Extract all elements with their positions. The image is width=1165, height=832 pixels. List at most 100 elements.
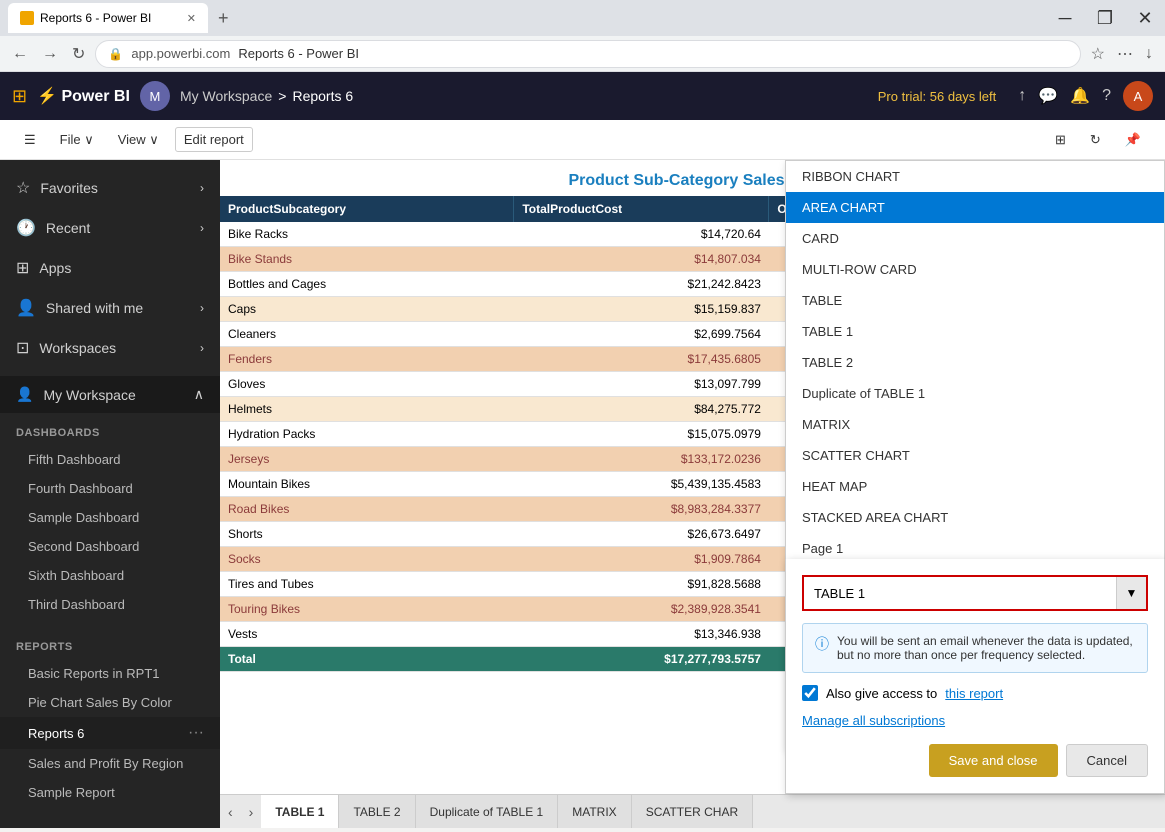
dropdown-item-stacked-area[interactable]: STACKED AREA CHART [786,502,1164,533]
dropdown-item-area-chart[interactable]: AREA CHART [786,192,1164,223]
tab-favicon [20,11,34,25]
dropdown-item-matrix[interactable]: MATRIX [786,409,1164,440]
dropdown-item-heat-map[interactable]: HEAT MAP [786,471,1164,502]
tab-scatter[interactable]: SCATTER CHAR [632,795,753,829]
file-menu-btn[interactable]: File ∨ [52,128,102,152]
comments-icon[interactable]: 💬 [1038,86,1058,106]
sidebar-item-shared[interactable]: 👤 Shared with me › [0,288,220,328]
cell-product: Bike Racks [220,222,514,247]
report-sales[interactable]: Sales and Profit By Region [0,749,220,778]
topbar-icons: ↑ 💬 🔔 ? A [1018,81,1153,111]
dropdown-item-ribbon-chart[interactable]: RIBBON CHART [786,161,1164,192]
tab-dup-table1[interactable]: Duplicate of TABLE 1 [416,795,559,829]
favorites-label: Favorites [40,180,98,196]
dropdown-item-table2[interactable]: TABLE 2 [786,347,1164,378]
select-arrow-btn[interactable]: ▼ [1116,577,1146,609]
dashboards-section: DASHBOARDS Fifth Dashboard Fourth Dashbo… [0,413,220,627]
help-icon[interactable]: ? [1102,87,1111,105]
dropdown-item-dup-table1[interactable]: Duplicate of TABLE 1 [786,378,1164,409]
sidebar-my-workspace[interactable]: 👤 My Workspace ∧ [0,376,220,413]
manage-subscriptions-link[interactable]: Manage all subscriptions [802,713,1148,728]
my-workspace-label: My Workspace [43,387,135,403]
cell-cost: $21,242.8423 [514,272,769,297]
dropdown-item-table[interactable]: TABLE [786,285,1164,316]
apps-label: Apps [39,260,71,276]
workspaces-label: Workspaces [39,340,116,356]
report-options-icon[interactable]: ··· [188,724,204,742]
new-tab-button[interactable]: + [212,8,235,29]
dropdown-item-scatter-chart[interactable]: SCATTER CHART [786,440,1164,471]
cell-product: Caps [220,297,514,322]
dashboard-sample[interactable]: Sample Dashboard [0,503,220,532]
refresh-visual-btn[interactable]: ↻ [1082,128,1109,152]
refresh-button[interactable]: ↻ [68,40,89,68]
main-layout: ☆ Favorites › 🕐 Recent › ⊞ Apps 👤 Shared… [0,160,1165,828]
report-sample[interactable]: Sample Report [0,778,220,807]
workspaces-icon: ⊡ [16,338,29,358]
report-name: Reports 6 [292,88,353,104]
view-menu-btn[interactable]: View ∨ [110,128,167,152]
tab-prev-btn[interactable]: ‹ [220,795,241,829]
sidebar-item-recent[interactable]: 🕐 Recent › [0,208,220,248]
window-controls: ─ ❐ ✕ [1045,0,1165,36]
tab-close-btn[interactable]: ✕ [187,12,196,25]
restore-button[interactable]: ❐ [1085,0,1125,36]
dashboard-third[interactable]: Third Dashboard [0,590,220,619]
report-basic[interactable]: Basic Reports in RPT1 [0,659,220,688]
cancel-btn[interactable]: Cancel [1066,744,1148,777]
dashboard-second[interactable]: Second Dashboard [0,532,220,561]
browser-tab[interactable]: Reports 6 - Power BI ✕ [8,3,208,33]
download-btn[interactable]: ↓ [1141,41,1157,67]
tab-next-btn[interactable]: › [241,795,262,829]
save-close-btn[interactable]: Save and close [929,744,1058,777]
bookmark-btn[interactable]: ☆ [1087,40,1109,68]
tab-matrix[interactable]: MATRIX [558,795,631,829]
report-link[interactable]: this report [945,686,1003,701]
subscribe-info: ⓘ You will be sent an email whenever the… [802,623,1148,673]
apps-grid-icon[interactable]: ⊞ [12,86,27,107]
dropdown-item-table1[interactable]: TABLE 1 [786,316,1164,347]
recent-icon: 🕐 [16,218,36,238]
dropdown-item-multi-row-card[interactable]: MULTI-ROW CARD [786,254,1164,285]
subscribe-icon[interactable]: 🔔 [1070,86,1090,106]
cell-product: Jerseys [220,447,514,472]
minimize-button[interactable]: ─ [1045,0,1085,36]
dropdown-item-card[interactable]: CARD [786,223,1164,254]
share-icon[interactable]: ↑ [1018,87,1026,105]
user-avatar[interactable]: M [140,81,170,111]
cell-cost: $14,720.64 [514,222,769,247]
cell-product: Vests [220,622,514,647]
edit-report-btn[interactable]: Edit report [175,127,253,152]
address-bar[interactable]: 🔒 app.powerbi.com Reports 6 - Power BI [95,40,1080,68]
user-profile-icon[interactable]: A [1123,81,1153,111]
dashboard-fourth[interactable]: Fourth Dashboard [0,474,220,503]
pin-btn[interactable]: 📌 [1117,128,1149,152]
close-button[interactable]: ✕ [1125,0,1165,36]
hamburger-btn[interactable]: ☰ [16,128,44,152]
sidebar-item-apps[interactable]: ⊞ Apps [0,248,220,288]
sidebar-item-workspaces[interactable]: ⊡ Workspaces › [0,328,220,368]
dashboard-fifth[interactable]: Fifth Dashboard [0,445,220,474]
col-header-cost: TotalProductCost [514,196,769,222]
cell-cost: $84,275.772 [514,397,769,422]
report-reports6[interactable]: Reports 6 ··· [0,717,220,749]
tab-table2[interactable]: TABLE 2 [339,795,415,829]
cell-cost: $17,277,793.5757 [514,647,769,672]
select-input[interactable] [804,580,1116,607]
cell-product: Fenders [220,347,514,372]
sidebar-item-favorites[interactable]: ☆ Favorites › [0,168,220,208]
settings-btn[interactable]: ⋯ [1113,40,1137,68]
report-pie[interactable]: Pie Chart Sales By Color [0,688,220,717]
cell-cost: $2,699.7564 [514,322,769,347]
back-button[interactable]: ← [8,41,32,67]
tab-table1[interactable]: TABLE 1 [261,795,339,829]
breadcrumb-separator: > [278,88,286,104]
subscribe-checkbox-row: Also give access to this report [802,685,1148,701]
cell-product: Tires and Tubes [220,572,514,597]
forward-button[interactable]: → [38,41,62,67]
toolbar: ☰ File ∨ View ∨ Edit report ⊞ ↻ 📌 [0,120,1165,160]
workspace-link[interactable]: My Workspace [180,88,272,104]
dashboard-sixth[interactable]: Sixth Dashboard [0,561,220,590]
access-checkbox[interactable] [802,685,818,701]
visual-type-btn[interactable]: ⊞ [1047,128,1074,152]
